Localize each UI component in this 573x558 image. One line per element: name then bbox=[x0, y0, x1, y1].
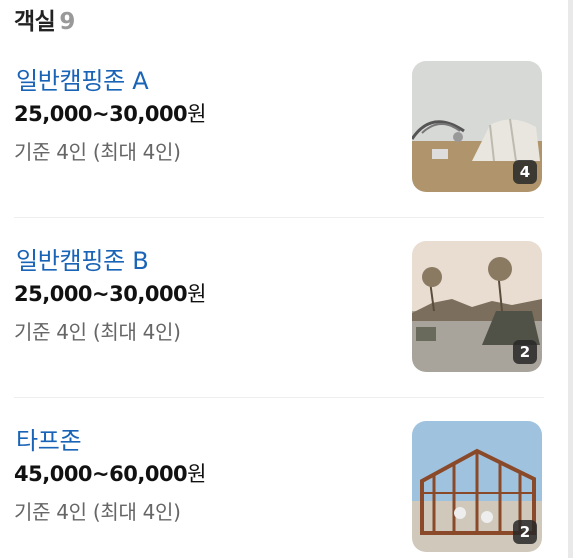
photo-count-badge: 2 bbox=[513, 340, 537, 364]
room-name[interactable]: 일반캠핑존 B bbox=[16, 241, 149, 276]
room-capacity: 기준 4인 (최대 4인) bbox=[14, 500, 181, 524]
room-name[interactable]: 일반캠핑존 A bbox=[16, 61, 149, 96]
price-range: 25,000~30,000 bbox=[14, 282, 188, 306]
room-capacity: 기준 4인 (최대 4인) bbox=[14, 140, 181, 164]
room-price: 45,000~60,000원 bbox=[14, 458, 206, 488]
divider bbox=[14, 397, 544, 398]
room-card[interactable]: 일반캠핑존 B 25,000~30,000원 기준 4인 (최대 4인) 2 bbox=[14, 241, 544, 373]
room-card[interactable]: 일반캠핑존 A 25,000~30,000원 기준 4인 (최대 4인) 4 bbox=[14, 61, 544, 193]
room-count: 9 bbox=[59, 9, 75, 35]
room-section-header: 객실 9 bbox=[14, 2, 75, 36]
price-range: 45,000~60,000 bbox=[14, 462, 188, 486]
room-thumbnail[interactable]: 4 bbox=[412, 61, 542, 192]
price-currency: 원 bbox=[187, 102, 206, 126]
price-currency: 원 bbox=[187, 282, 206, 306]
room-name[interactable]: 타프존 bbox=[16, 421, 82, 456]
photo-count-badge: 4 bbox=[513, 160, 537, 184]
room-price: 25,000~30,000원 bbox=[14, 98, 206, 128]
room-thumbnail[interactable]: 2 bbox=[412, 421, 542, 552]
section-title: 객실 bbox=[14, 9, 56, 35]
price-currency: 원 bbox=[187, 462, 206, 486]
room-thumbnail[interactable]: 2 bbox=[412, 241, 542, 372]
room-price: 25,000~30,000원 bbox=[14, 278, 206, 308]
room-card[interactable]: 타프존 45,000~60,000원 기준 4인 (최대 4인) 2 bbox=[14, 421, 544, 553]
photo-count-badge: 2 bbox=[513, 520, 537, 544]
scrollbar-track[interactable] bbox=[568, 0, 573, 558]
price-range: 25,000~30,000 bbox=[14, 102, 188, 126]
room-capacity: 기준 4인 (최대 4인) bbox=[14, 320, 181, 344]
divider bbox=[14, 217, 544, 218]
